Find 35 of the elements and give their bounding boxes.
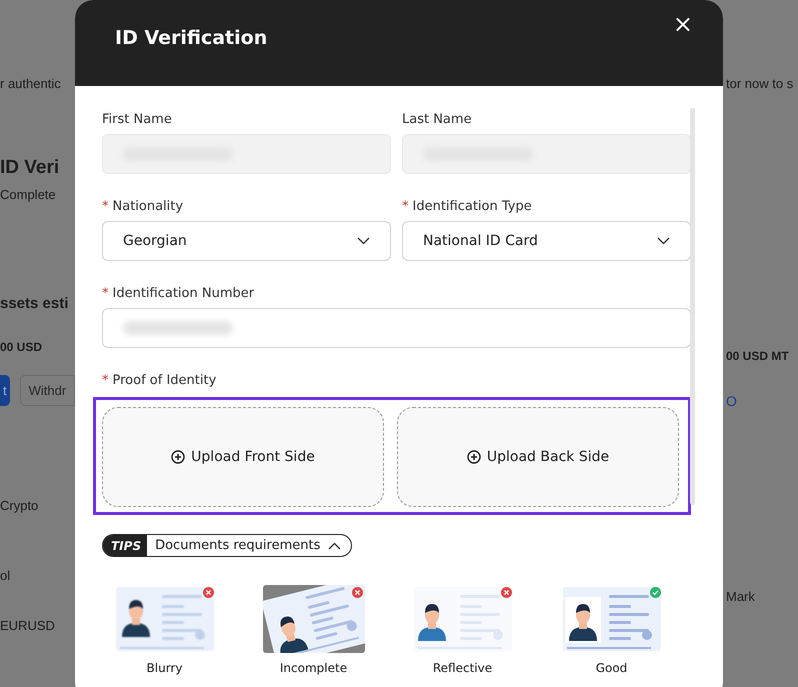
scrollbar[interactable] [690,108,695,505]
background-text: Crypto [0,498,38,513]
field-label: * Identification Number [102,286,256,301]
chevron-down-icon [657,237,670,245]
background-text: Complete [0,187,56,202]
background-text: tor now to s [726,76,794,91]
field-label: * Identification Type [402,199,533,214]
field-label: First Name [102,112,173,127]
dialog-title: ID Verification [115,27,268,49]
background-text: EURUSD [0,618,55,633]
select-field[interactable]: National ID Card [402,221,691,261]
tip-label: Blurry [146,661,182,675]
background-text: Mark [726,589,755,604]
background-text: 00 USD [0,340,42,354]
tip-label: Incomplete [280,661,348,675]
plus-circle-icon [466,450,481,464]
tip-label: Good [596,661,628,675]
field-label: * Nationality [102,199,184,214]
upload-button[interactable]: Upload Back Side [397,407,679,507]
background-text: r authentic [0,76,61,91]
input-field[interactable] [102,308,691,348]
background-text: ID Veri [0,157,60,179]
close-button[interactable]: × [672,12,693,36]
background-text: ssets esti [0,295,68,312]
field-label: * Proof of Identity [102,373,218,388]
background-text: ol [0,568,10,583]
tips-toggle[interactable]: TIPS Documents requirements [102,534,352,557]
chevron-up-icon [328,542,342,550]
chevron-down-icon [357,237,370,245]
field-label: Last Name [402,112,473,127]
plus-circle-icon [171,450,186,464]
select-field[interactable]: Georgian [102,221,391,261]
upload-button[interactable]: Upload Front Side [102,407,384,507]
tip-label: Reflective [432,661,492,675]
background-text: 00 USD MT [726,349,789,363]
